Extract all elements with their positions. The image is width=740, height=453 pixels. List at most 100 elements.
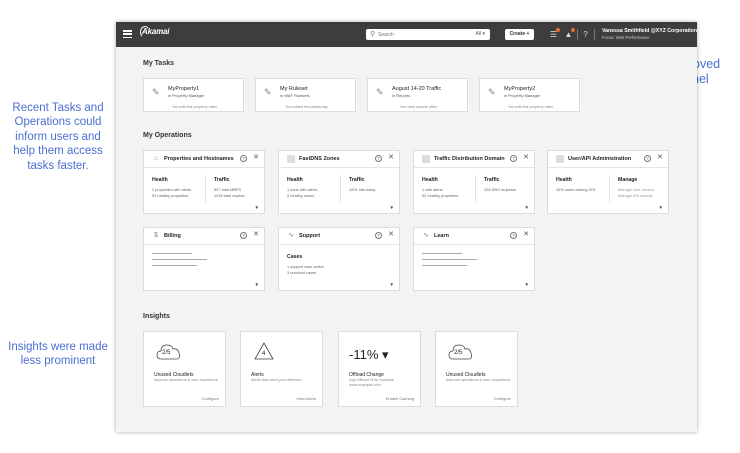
cloudlet-count: 2/5 bbox=[454, 350, 463, 356]
user-menu[interactable]: Vanessa Smithfield @XYZ Corporation ▾ bbox=[602, 28, 697, 34]
card-header: ∿ Support ? ✕ bbox=[279, 228, 399, 245]
task-card[interactable]: ✎ My Ruleset in WAF Rulesets You edited … bbox=[255, 78, 356, 112]
card-title[interactable]: Billing bbox=[164, 233, 181, 239]
my-tasks-title: My Tasks bbox=[143, 60, 174, 67]
operation-card-user-api: User/API Administration ? ✕ Health 10% u… bbox=[547, 150, 669, 214]
placeholder-line bbox=[152, 253, 192, 254]
expand-icon[interactable]: ▼ bbox=[525, 205, 529, 210]
my-operations-title: My Operations bbox=[143, 132, 192, 139]
divider bbox=[205, 175, 206, 203]
stat-line: 128 DNS requests bbox=[484, 187, 516, 192]
edit-icon: ✎ bbox=[376, 87, 384, 97]
help-icon[interactable]: ? bbox=[240, 155, 247, 162]
card-title[interactable]: Learn bbox=[434, 233, 449, 239]
task-meta: You edit this property often bbox=[507, 105, 554, 109]
edit-icon: ✎ bbox=[264, 87, 272, 97]
help-icon[interactable]: ? bbox=[580, 29, 591, 40]
manage-user-access-link[interactable]: Manage user access bbox=[618, 187, 654, 192]
card-title[interactable]: Traffic Distribution Domain bbox=[434, 156, 505, 162]
akamai-logo[interactable]: Akamai bbox=[142, 27, 169, 36]
configure-link[interactable]: Configure bbox=[494, 396, 511, 401]
expand-icon[interactable]: ▼ bbox=[390, 282, 394, 287]
card-title[interactable]: Properties and Hostnames bbox=[164, 156, 234, 162]
manage-api-access-link[interactable]: Manage API access bbox=[618, 193, 652, 198]
traffic-label: Traffic bbox=[349, 177, 365, 183]
placeholder-line bbox=[152, 265, 197, 266]
traffic-icon bbox=[422, 155, 430, 163]
user-icon bbox=[556, 155, 564, 163]
insight-desc: Avg Offload % for example www.example.co… bbox=[349, 378, 395, 387]
help-icon[interactable]: ? bbox=[240, 232, 247, 239]
search-box: ⚲ All ▾ bbox=[366, 29, 490, 40]
stat-line[interactable]: 3 resolved cases bbox=[287, 270, 316, 275]
menu-icon[interactable] bbox=[123, 30, 132, 39]
close-icon[interactable]: ✕ bbox=[657, 154, 663, 162]
help-icon[interactable]: ? bbox=[375, 232, 382, 239]
task-title: August 14-20 Traffic bbox=[392, 86, 442, 92]
operation-card-support: ∿ Support ? ✕ Cases 1 support case activ… bbox=[278, 227, 400, 291]
edit-icon: ✎ bbox=[488, 87, 496, 97]
stat-line[interactable]: 2 properties with alerts bbox=[152, 187, 191, 192]
close-icon[interactable]: ✕ bbox=[253, 231, 259, 239]
placeholder-line bbox=[422, 259, 477, 260]
operation-card-learn: ∿ Learn ? ✕ ▼ bbox=[413, 227, 535, 291]
task-meta: You view reports often bbox=[399, 105, 438, 109]
stat-line[interactable]: 5 healthy zones bbox=[287, 193, 314, 198]
dns-icon bbox=[287, 155, 295, 163]
close-icon[interactable]: ✕ bbox=[523, 154, 529, 162]
card-title[interactable]: Support bbox=[299, 233, 320, 239]
insight-desc: Alerts that need your attention bbox=[251, 378, 302, 382]
task-card[interactable]: ✎ August 14-20 Traffic in Reports You vi… bbox=[367, 78, 468, 112]
card-header: User/API Administration ? ✕ bbox=[548, 151, 668, 168]
divider bbox=[577, 29, 578, 40]
app-window: Akamai ⚲ All ▾ Create + ☰ ▲ ? Vanessa Sm… bbox=[116, 22, 697, 432]
create-button[interactable]: Create + bbox=[505, 29, 534, 40]
stat-line[interactable]: 52 healthy properties bbox=[152, 193, 188, 198]
expand-icon[interactable]: ▼ bbox=[525, 282, 529, 287]
enable-caching-link[interactable]: Enable Caching bbox=[386, 396, 414, 401]
expand-icon[interactable]: ▼ bbox=[255, 282, 259, 287]
annotation-recent-tasks: Recent Tasks and Operations could inform… bbox=[12, 102, 104, 172]
card-title[interactable]: User/API Administration bbox=[568, 156, 631, 162]
close-icon[interactable]: ✕ bbox=[388, 154, 394, 162]
configure-link[interactable]: Configure bbox=[202, 396, 219, 401]
view-alerts-link[interactable]: View Alerts bbox=[296, 396, 316, 401]
stat-line: 827 total MBPS bbox=[214, 187, 242, 192]
traffic-label: Traffic bbox=[214, 177, 230, 183]
expand-icon[interactable]: ▼ bbox=[255, 205, 259, 210]
help-icon[interactable]: ? bbox=[644, 155, 651, 162]
task-card[interactable]: ✎ MyProperty1 in Property Manager You ed… bbox=[143, 78, 244, 112]
placeholder-line bbox=[422, 265, 467, 266]
task-context: in Property Manager bbox=[504, 93, 541, 98]
help-icon[interactable]: ? bbox=[510, 232, 517, 239]
insight-desc: Improve operations & user experience bbox=[154, 378, 219, 382]
health-label: Health bbox=[556, 177, 572, 183]
task-card[interactable]: ✎ MyProperty2 in Property Manager You ed… bbox=[479, 78, 580, 112]
close-icon[interactable]: ✕ bbox=[388, 231, 394, 239]
stat-line[interactable]: 10% users lacking 2FA bbox=[556, 187, 596, 192]
activity-feed-icon[interactable]: ☰ bbox=[548, 28, 560, 40]
expand-icon[interactable]: ▼ bbox=[659, 205, 663, 210]
stat-line: 1018 total req/sec bbox=[214, 193, 245, 198]
help-icon[interactable]: ? bbox=[510, 155, 517, 162]
card-title[interactable]: FastDNS Zones bbox=[299, 156, 340, 162]
search-input[interactable] bbox=[378, 29, 458, 40]
task-context: in WAF Rulesets bbox=[280, 93, 310, 98]
alert-count: 4 bbox=[262, 351, 266, 357]
annotation-insights: Insights were made less prominent bbox=[8, 341, 108, 368]
close-icon[interactable]: ✕ bbox=[523, 231, 529, 239]
operation-card-properties: ⌂ Properties and Hostnames ? ✕ Health 2 … bbox=[143, 150, 265, 214]
home-icon: ⌂ bbox=[153, 155, 159, 162]
support-icon: ∿ bbox=[288, 232, 294, 239]
top-bar: Akamai ⚲ All ▾ Create + ☰ ▲ ? Vanessa Sm… bbox=[116, 22, 697, 47]
traffic-label: Traffic bbox=[484, 177, 500, 183]
close-icon[interactable]: ✕ bbox=[253, 154, 259, 162]
stat-line[interactable]: 1 with alerts bbox=[422, 187, 443, 192]
expand-icon[interactable]: ▼ bbox=[390, 205, 394, 210]
help-icon[interactable]: ? bbox=[375, 155, 382, 162]
alerts-icon[interactable]: ▲ bbox=[563, 28, 575, 40]
stat-line[interactable]: 1 support case active bbox=[287, 264, 324, 269]
stat-line[interactable]: 1 zone with alerts bbox=[287, 187, 317, 192]
stat-line[interactable]: 52 healthy properties bbox=[422, 193, 458, 198]
search-filter-dropdown[interactable]: All ▾ bbox=[476, 31, 485, 37]
